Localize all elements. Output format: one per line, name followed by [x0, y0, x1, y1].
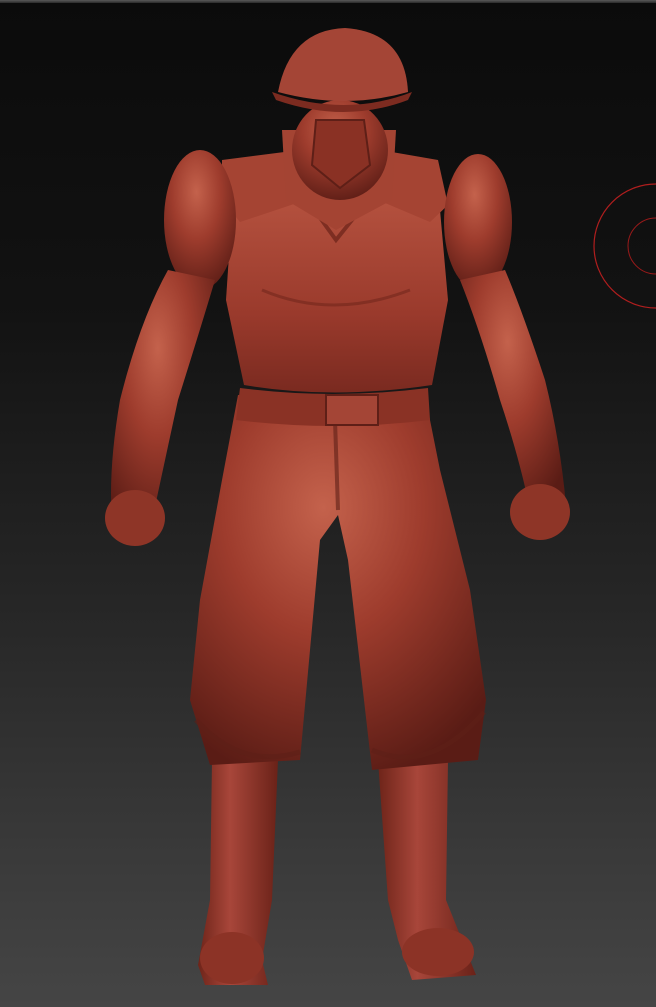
helmet: [272, 28, 412, 112]
head: [292, 100, 388, 200]
belt: [236, 388, 430, 426]
right-boot: [378, 760, 476, 980]
3d-viewport[interactable]: [0, 0, 656, 1007]
sculpt-model[interactable]: [0, 0, 656, 1007]
pants: [190, 395, 486, 770]
left-arm: [105, 270, 215, 546]
right-arm: [460, 270, 570, 540]
left-boot: [198, 760, 278, 985]
